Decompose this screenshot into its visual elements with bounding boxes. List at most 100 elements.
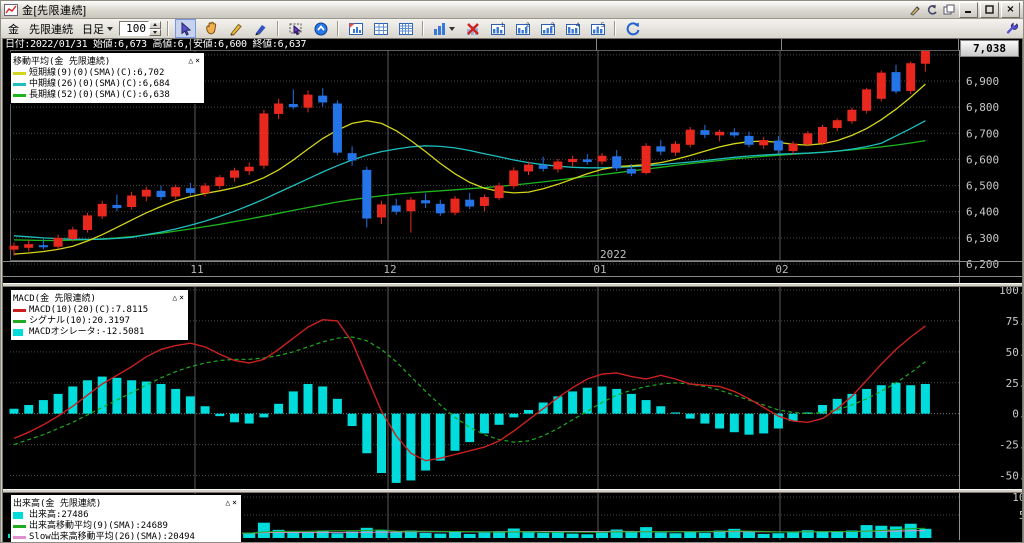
- macd-panel[interactable]: 100.0000 75.0000 50.0000 25.0000 0.0000 -25.0…: [3, 287, 1022, 489]
- region-select-icon[interactable]: [285, 19, 306, 38]
- macd-legend[interactable]: MACD(金 先限連続) △ × MACD(10)(20)(C):7.8115 …: [10, 289, 189, 341]
- layout-1-icon[interactable]: 1: [487, 19, 508, 38]
- instrument-label: 金: [8, 23, 19, 36]
- svg-text:50000: 50000: [1019, 509, 1022, 522]
- macd-osc-swatch: [13, 329, 23, 336]
- legend-collapse-icon[interactable]: △: [171, 293, 178, 302]
- grid-large-icon[interactable]: [395, 19, 416, 38]
- legend-close-icon[interactable]: ×: [231, 498, 238, 507]
- legend-close-icon[interactable]: ×: [178, 293, 185, 302]
- svg-text:01: 01: [593, 263, 606, 276]
- volume-ma-label: 出来高移動平均(9)(SMA):24689: [29, 521, 168, 531]
- volume-swatch: [13, 512, 23, 519]
- pencil-tool-icon[interactable]: [225, 19, 246, 38]
- svg-text:25.0000: 25.0000: [1006, 377, 1022, 390]
- ma-long-label: 長期線(52)(0)(SMA)(C):6,638: [29, 90, 170, 100]
- layout-4-icon[interactable]: 4: [562, 19, 583, 38]
- ma-long-swatch: [13, 94, 26, 97]
- series-label: 先限連続: [29, 23, 73, 36]
- toolbar-separator: [337, 21, 339, 36]
- toolbar-separator: [167, 21, 169, 36]
- spinner-up-button[interactable]: [149, 21, 161, 29]
- main-toolbar: 金 先限連続 日足 100 1 2 3 4 5: [1, 19, 1023, 38]
- down-arrow-icon: [153, 30, 157, 34]
- timeframe-label: 日足: [82, 23, 104, 36]
- bars-count-spinner[interactable]: 100: [119, 21, 161, 36]
- signal-line-label: シグナル(10):20.3197: [29, 316, 131, 326]
- ohlc-info-mid: 安値:6,600 終値:6,637: [191, 39, 597, 50]
- ma-legend[interactable]: 移動平均(金 先限連続) △ × 短期線(9)(0)(SMA)(C):6,702…: [10, 52, 205, 104]
- ma-short-swatch: [13, 72, 26, 75]
- delete-chart-icon[interactable]: [462, 19, 483, 38]
- layout-2-icon[interactable]: 2: [512, 19, 533, 38]
- svg-text:2022: 2022: [600, 248, 627, 261]
- macd-legend-title: MACD(金 先限連続): [13, 294, 96, 304]
- spinner-down-button[interactable]: [149, 28, 161, 36]
- svg-text:11: 11: [190, 263, 203, 276]
- volume-legend-title: 出来高(金 先限連続): [13, 499, 102, 509]
- svg-text:6,300: 6,300: [966, 232, 999, 245]
- toolbar-separator: [277, 21, 279, 36]
- svg-text:100.0000: 100.0000: [999, 287, 1022, 297]
- minimize-button[interactable]: [959, 1, 978, 18]
- svg-text:100000: 100000: [1012, 493, 1022, 504]
- chart-window-icon[interactable]: [345, 19, 366, 38]
- refresh-icon[interactable]: [622, 19, 643, 38]
- volume-legend[interactable]: 出来高(金 先限連続) △ × 出来高:27486 出来高移動平均(9)(SMA…: [10, 494, 242, 542]
- layout-5-icon[interactable]: 5: [587, 19, 608, 38]
- ohlc-info-left: 日付:2022/01/31 始値:6,673 高値:6,678: [5, 39, 191, 50]
- macd-line-swatch: [13, 309, 26, 312]
- close-icon: ×: [1006, 4, 1015, 15]
- svg-text:6,700: 6,700: [966, 127, 999, 140]
- svg-text:02: 02: [775, 263, 788, 276]
- legend-close-icon[interactable]: ×: [194, 56, 201, 65]
- ohlc-info-bar: 日付:2022/01/31 始値:6,673 高値:6,678 安値:6,600…: [3, 39, 1022, 50]
- layout-3-icon[interactable]: 3: [537, 19, 558, 38]
- ma-legend-title: 移動平均(金 先限連続): [13, 57, 111, 67]
- volume-ma-swatch: [13, 525, 26, 528]
- maximize-button[interactable]: [980, 1, 999, 18]
- svg-text:12: 12: [383, 263, 396, 276]
- svg-text:-25.0000: -25.0000: [999, 439, 1022, 452]
- chart-area: 日付:2022/01/31 始値:6,673 高値:6,678 安値:6,600…: [2, 38, 1023, 542]
- ma-short-label: 短期線(9)(0)(SMA)(C):6,702: [29, 68, 165, 78]
- svg-text:6,200: 6,200: [966, 258, 999, 271]
- main-chart-panel[interactable]: 6,900 6,800 6,700 6,600 6,500 6,400 6,300 6,200…: [3, 50, 1022, 283]
- volume-label: 出来高:27486: [29, 510, 89, 520]
- bars-count-value[interactable]: 100: [119, 21, 149, 36]
- hand-tool-icon[interactable]: [200, 19, 221, 38]
- legend-collapse-icon[interactable]: △: [187, 56, 194, 65]
- info-cell-empty: [597, 39, 782, 50]
- svg-text:50.0000: 50.0000: [1006, 346, 1022, 359]
- zoom-circle-icon[interactable]: [310, 19, 331, 38]
- macd-line-label: MACD(10)(20)(C):7.8115: [29, 305, 149, 315]
- svg-text:0.0000: 0.0000: [1012, 408, 1022, 421]
- signal-line-swatch: [13, 320, 26, 323]
- svg-text:6,900: 6,900: [966, 75, 999, 88]
- timeframe-dropdown[interactable]: 日足: [80, 21, 115, 37]
- marker-tool-icon[interactable]: [250, 19, 271, 38]
- last-price-box: 7,038: [960, 40, 1019, 57]
- legend-collapse-icon[interactable]: △: [224, 498, 231, 507]
- svg-text:6,800: 6,800: [966, 101, 999, 114]
- app-window: 金[先限連続] × 金 先限連続 日足 100 1 2 3 4 5 日付:202…: [0, 0, 1024, 543]
- chart-type-dropdown-icon[interactable]: [430, 19, 458, 38]
- grid-small-icon[interactable]: [370, 19, 391, 38]
- info-cell-empty: [782, 39, 959, 50]
- window-title: 金[先限連続]: [22, 4, 87, 17]
- volume-slow-ma-label: Slow出来高移動平均(26)(SMA):20494: [29, 532, 195, 542]
- volume-slow-ma-swatch: [13, 536, 26, 539]
- app-icon: [4, 3, 18, 16]
- up-arrow-icon: [153, 23, 157, 27]
- title-bar: 金[先限連続] ×: [1, 1, 1023, 19]
- toolbar-separator: [614, 21, 616, 36]
- volume-panel[interactable]: 100000500000 出来高(金 先限連続) △ × 出来高:27486 出…: [3, 493, 1022, 542]
- svg-text:75.0000: 75.0000: [1006, 315, 1022, 328]
- close-button[interactable]: ×: [1001, 1, 1020, 18]
- edit-icon[interactable]: [907, 3, 923, 17]
- select-cursor-icon[interactable]: [175, 19, 196, 38]
- toolbar-separator: [422, 21, 424, 36]
- svg-text:6,400: 6,400: [966, 206, 999, 219]
- pin-icon[interactable]: [924, 3, 940, 17]
- new-window-icon[interactable]: [941, 3, 957, 17]
